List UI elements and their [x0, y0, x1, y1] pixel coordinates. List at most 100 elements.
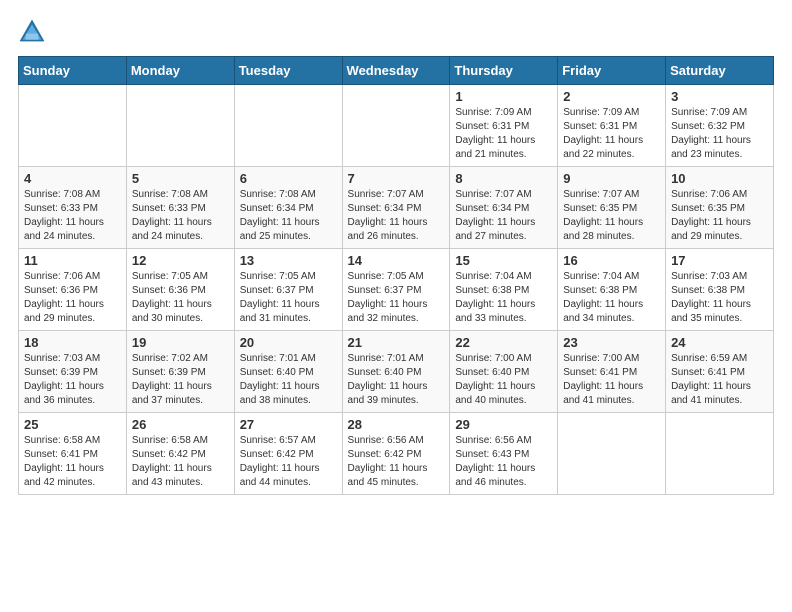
day-number: 15	[455, 253, 552, 268]
day-info: Sunrise: 7:03 AM Sunset: 6:39 PM Dayligh…	[24, 352, 121, 408]
day-info: Sunrise: 6:58 AM Sunset: 6:42 PM Dayligh…	[132, 434, 229, 490]
day-number: 26	[132, 417, 229, 432]
calendar-cell: 15 Sunrise: 7:04 AM Sunset: 6:38 PM Dayli…	[450, 249, 558, 331]
calendar-cell: 14 Sunrise: 7:05 AM Sunset: 6:37 PM Dayli…	[342, 249, 450, 331]
calendar-cell: 2 Sunrise: 7:09 AM Sunset: 6:31 PM Daylig…	[558, 85, 666, 167]
day-number: 3	[671, 89, 768, 104]
day-info: Sunrise: 7:08 AM Sunset: 6:33 PM Dayligh…	[132, 188, 229, 244]
day-number: 20	[240, 335, 337, 350]
day-info: Sunrise: 6:57 AM Sunset: 6:42 PM Dayligh…	[240, 434, 337, 490]
day-number: 7	[348, 171, 445, 186]
calendar-cell: 11 Sunrise: 7:06 AM Sunset: 6:36 PM Dayli…	[19, 249, 127, 331]
col-header-sunday: Sunday	[19, 57, 127, 85]
calendar-cell: 13 Sunrise: 7:05 AM Sunset: 6:37 PM Dayli…	[234, 249, 342, 331]
day-info: Sunrise: 7:07 AM Sunset: 6:35 PM Dayligh…	[563, 188, 660, 244]
day-number: 29	[455, 417, 552, 432]
day-info: Sunrise: 6:56 AM Sunset: 6:43 PM Dayligh…	[455, 434, 552, 490]
day-info: Sunrise: 7:03 AM Sunset: 6:38 PM Dayligh…	[671, 270, 768, 326]
day-info: Sunrise: 7:05 AM Sunset: 6:37 PM Dayligh…	[348, 270, 445, 326]
day-number: 27	[240, 417, 337, 432]
calendar-week-1: 4 Sunrise: 7:08 AM Sunset: 6:33 PM Daylig…	[19, 167, 774, 249]
calendar-cell: 20 Sunrise: 7:01 AM Sunset: 6:40 PM Dayli…	[234, 331, 342, 413]
day-number: 1	[455, 89, 552, 104]
calendar-cell: 9 Sunrise: 7:07 AM Sunset: 6:35 PM Daylig…	[558, 167, 666, 249]
calendar-cell: 21Sunrise: 7:01 AM Sunset: 6:40 PM Dayli…	[342, 331, 450, 413]
calendar-cell	[558, 413, 666, 495]
day-info: Sunrise: 7:05 AM Sunset: 6:37 PM Dayligh…	[240, 270, 337, 326]
day-info: Sunrise: 7:08 AM Sunset: 6:33 PM Dayligh…	[24, 188, 121, 244]
calendar-cell: 28 Sunrise: 6:56 AM Sunset: 6:42 PM Dayli…	[342, 413, 450, 495]
calendar-week-0: 1 Sunrise: 7:09 AM Sunset: 6:31 PM Daylig…	[19, 85, 774, 167]
day-number: 2	[563, 89, 660, 104]
day-info: Sunrise: 7:06 AM Sunset: 6:36 PM Dayligh…	[24, 270, 121, 326]
calendar-cell	[126, 85, 234, 167]
day-number: 4	[24, 171, 121, 186]
calendar-cell: 23 Sunrise: 7:00 AM Sunset: 6:41 PM Dayli…	[558, 331, 666, 413]
day-number: 8	[455, 171, 552, 186]
day-info: Sunrise: 7:00 AM Sunset: 6:40 PM Dayligh…	[455, 352, 552, 408]
calendar-cell: 27 Sunrise: 6:57 AM Sunset: 6:42 PM Dayli…	[234, 413, 342, 495]
day-info: Sunrise: 7:00 AM Sunset: 6:41 PM Dayligh…	[563, 352, 660, 408]
day-number: 13	[240, 253, 337, 268]
calendar-cell	[666, 413, 774, 495]
day-info: Sunrise: 7:01 AM Sunset: 6:40 PM Dayligh…	[348, 352, 445, 408]
calendar-table: SundayMondayTuesdayWednesdayThursdayFrid…	[18, 56, 774, 495]
calendar-cell	[342, 85, 450, 167]
calendar-cell: 22 Sunrise: 7:00 AM Sunset: 6:40 PM Dayli…	[450, 331, 558, 413]
day-number: 16	[563, 253, 660, 268]
day-info: Sunrise: 7:06 AM Sunset: 6:35 PM Dayligh…	[671, 188, 768, 244]
day-number: 22	[455, 335, 552, 350]
day-info: Sunrise: 7:05 AM Sunset: 6:36 PM Dayligh…	[132, 270, 229, 326]
calendar-cell: 5 Sunrise: 7:08 AM Sunset: 6:33 PM Daylig…	[126, 167, 234, 249]
calendar-cell: 7 Sunrise: 7:07 AM Sunset: 6:34 PM Daylig…	[342, 167, 450, 249]
day-number: 5	[132, 171, 229, 186]
calendar-cell	[234, 85, 342, 167]
logo-icon	[18, 18, 46, 46]
calendar-cell: 10 Sunrise: 7:06 AM Sunset: 6:35 PM Dayli…	[666, 167, 774, 249]
calendar-cell	[19, 85, 127, 167]
day-info: Sunrise: 7:01 AM Sunset: 6:40 PM Dayligh…	[240, 352, 337, 408]
day-number: 17	[671, 253, 768, 268]
day-number: 11	[24, 253, 121, 268]
day-number: 14	[348, 253, 445, 268]
day-info: Sunrise: 7:09 AM Sunset: 6:31 PM Dayligh…	[563, 106, 660, 162]
col-header-tuesday: Tuesday	[234, 57, 342, 85]
col-header-thursday: Thursday	[450, 57, 558, 85]
day-info: Sunrise: 7:09 AM Sunset: 6:32 PM Dayligh…	[671, 106, 768, 162]
calendar-cell: 6Sunrise: 7:08 AM Sunset: 6:34 PM Daylig…	[234, 167, 342, 249]
calendar-cell: 4 Sunrise: 7:08 AM Sunset: 6:33 PM Daylig…	[19, 167, 127, 249]
logo	[18, 18, 50, 46]
day-number: 28	[348, 417, 445, 432]
calendar-cell: 19 Sunrise: 7:02 AM Sunset: 6:39 PM Dayli…	[126, 331, 234, 413]
day-number: 18	[24, 335, 121, 350]
day-number: 12	[132, 253, 229, 268]
day-number: 19	[132, 335, 229, 350]
calendar-cell: 24 Sunrise: 6:59 AM Sunset: 6:41 PM Dayli…	[666, 331, 774, 413]
day-info: Sunrise: 7:04 AM Sunset: 6:38 PM Dayligh…	[563, 270, 660, 326]
calendar-week-4: 25Sunrise: 6:58 AM Sunset: 6:41 PM Dayli…	[19, 413, 774, 495]
day-info: Sunrise: 7:09 AM Sunset: 6:31 PM Dayligh…	[455, 106, 552, 162]
col-header-friday: Friday	[558, 57, 666, 85]
page: SundayMondayTuesdayWednesdayThursdayFrid…	[0, 0, 792, 505]
day-info: Sunrise: 7:04 AM Sunset: 6:38 PM Dayligh…	[455, 270, 552, 326]
day-number: 6	[240, 171, 337, 186]
calendar-cell: 16 Sunrise: 7:04 AM Sunset: 6:38 PM Dayli…	[558, 249, 666, 331]
day-info: Sunrise: 6:59 AM Sunset: 6:41 PM Dayligh…	[671, 352, 768, 408]
calendar-cell: 1 Sunrise: 7:09 AM Sunset: 6:31 PM Daylig…	[450, 85, 558, 167]
day-number: 9	[563, 171, 660, 186]
day-number: 23	[563, 335, 660, 350]
calendar-cell: 12 Sunrise: 7:05 AM Sunset: 6:36 PM Dayli…	[126, 249, 234, 331]
col-header-monday: Monday	[126, 57, 234, 85]
day-info: Sunrise: 7:07 AM Sunset: 6:34 PM Dayligh…	[348, 188, 445, 244]
day-info: Sunrise: 6:58 AM Sunset: 6:41 PM Dayligh…	[24, 434, 121, 490]
calendar-cell: 29 Sunrise: 6:56 AM Sunset: 6:43 PM Dayli…	[450, 413, 558, 495]
day-number: 10	[671, 171, 768, 186]
day-info: Sunrise: 6:56 AM Sunset: 6:42 PM Dayligh…	[348, 434, 445, 490]
day-number: 24	[671, 335, 768, 350]
calendar-header-row: SundayMondayTuesdayWednesdayThursdayFrid…	[19, 57, 774, 85]
calendar-cell: 25Sunrise: 6:58 AM Sunset: 6:41 PM Dayli…	[19, 413, 127, 495]
col-header-saturday: Saturday	[666, 57, 774, 85]
calendar-cell: 18 Sunrise: 7:03 AM Sunset: 6:39 PM Dayli…	[19, 331, 127, 413]
day-info: Sunrise: 7:02 AM Sunset: 6:39 PM Dayligh…	[132, 352, 229, 408]
day-info: Sunrise: 7:07 AM Sunset: 6:34 PM Dayligh…	[455, 188, 552, 244]
